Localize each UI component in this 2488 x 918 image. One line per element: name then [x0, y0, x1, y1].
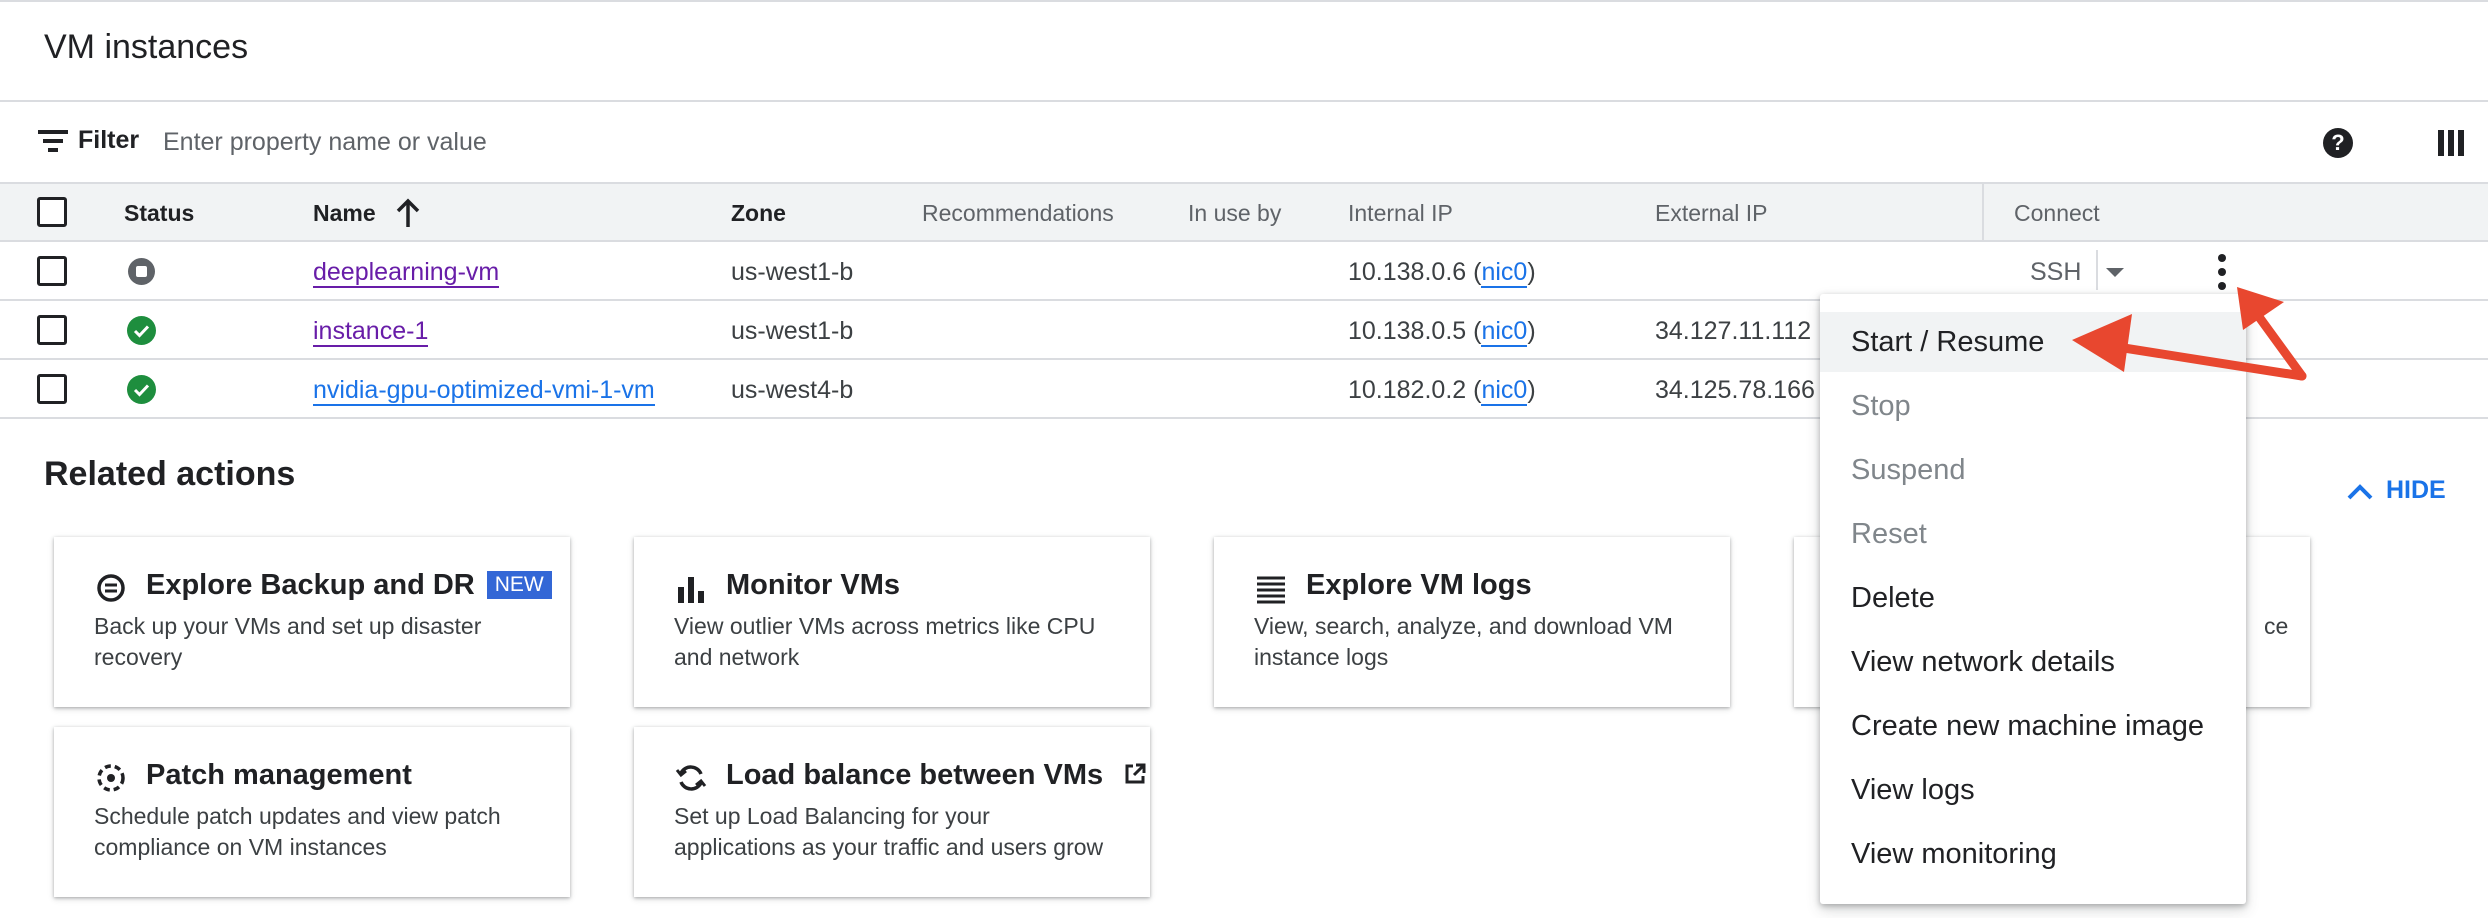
column-header-external-ip[interactable]: External IP: [1655, 200, 1768, 227]
vm-name-link[interactable]: nvidia-gpu-optimized-vmi-1-vm: [313, 376, 655, 406]
card-description: View outlier VMs across metrics like CPU…: [674, 613, 1096, 670]
vm-name-link[interactable]: instance-1: [313, 317, 429, 347]
menu-item-suspend: Suspend: [1851, 454, 1966, 486]
column-header-in-use-by[interactable]: In use by: [1188, 200, 1281, 227]
card-title: Load balance between VMs: [726, 759, 1147, 792]
zone-cell: us-west1-b: [731, 317, 854, 345]
vm-actions-menu: Start / Resume Stop Suspend Reset Delete…: [1820, 294, 2246, 904]
column-header-zone[interactable]: Zone: [731, 200, 786, 227]
card-title: Monitor VMs: [726, 569, 900, 601]
vm-instances-page: VM instances Filter ? Status Name Zone R…: [0, 0, 2488, 918]
menu-item-view-network-details[interactable]: View network details: [1820, 632, 2246, 692]
card-explore-vm-logs[interactable]: Explore VM logs View, search, analyze, a…: [1214, 537, 1730, 707]
column-header-recommendations[interactable]: Recommendations: [922, 200, 1114, 227]
logs-icon: [1257, 576, 1285, 604]
menu-item-reset: Reset: [1851, 518, 1927, 550]
hide-label[interactable]: HIDE: [2386, 476, 2446, 505]
column-display-icon[interactable]: [2438, 130, 2464, 156]
nic-link[interactable]: nic0: [1481, 258, 1528, 288]
card-monitor-vms[interactable]: Monitor VMs View outlier VMs across metr…: [634, 537, 1150, 707]
bar-chart-icon: [678, 577, 704, 603]
backup-icon: [97, 574, 125, 602]
menu-item-create-machine-image[interactable]: Create new machine image: [1820, 696, 2246, 756]
column-divider: [1982, 184, 1984, 244]
menu-item-delete[interactable]: Delete: [1820, 568, 2246, 628]
page-title: VM instances: [44, 28, 249, 66]
table-row: deeplearning-vm us-west1-b 10.138.0.6 (n…: [0, 242, 2488, 301]
card-description: ce: [2264, 613, 2289, 639]
internal-ip-cell: 10.182.0.2 (nic0): [1348, 376, 1536, 406]
menu-item-start-resume[interactable]: Start / Resume: [1820, 312, 2246, 372]
menu-item-view-monitoring[interactable]: View monitoring: [1820, 824, 2246, 884]
row-checkbox[interactable]: [37, 374, 67, 404]
internal-ip-cell: 10.138.0.5 (nic0): [1348, 317, 1536, 347]
column-header-status[interactable]: Status: [124, 200, 194, 227]
column-header-name[interactable]: Name: [313, 200, 376, 227]
help-icon[interactable]: ?: [2323, 128, 2353, 158]
card-title: Explore Backup and DR NEW: [146, 569, 552, 602]
filter-label[interactable]: Filter: [78, 126, 139, 155]
row-checkbox[interactable]: [37, 256, 67, 286]
internal-ip-cell: 10.138.0.6 (nic0): [1348, 258, 1536, 288]
card-title: Explore VM logs: [1306, 569, 1532, 601]
nic-link[interactable]: nic0: [1481, 376, 1528, 406]
card-load-balance[interactable]: Load balance between VMs Set up Load Bal…: [634, 727, 1150, 897]
menu-item-view-logs[interactable]: View logs: [1820, 760, 2246, 820]
external-ip-cell: 34.125.78.166: [1655, 376, 1815, 404]
card-description: Schedule patch updates and view patch co…: [94, 803, 501, 860]
card-explore-backup-dr[interactable]: Explore Backup and DR NEW Back up your VM…: [54, 537, 570, 707]
ssh-dropdown-icon[interactable]: [2106, 268, 2124, 277]
zone-cell: us-west1-b: [731, 258, 854, 286]
nic-link[interactable]: nic0: [1481, 317, 1528, 347]
vm-name-link[interactable]: deeplearning-vm: [313, 258, 500, 288]
patch-icon: [97, 764, 125, 792]
card-description: View, search, analyze, and download VM i…: [1254, 613, 1673, 670]
external-link-icon: [1125, 763, 1146, 784]
zone-cell: us-west4-b: [731, 376, 854, 404]
ssh-button[interactable]: SSH: [2030, 258, 2081, 287]
more-actions-icon[interactable]: [2210, 252, 2234, 292]
ssh-divider: [2096, 250, 2098, 290]
card-description: Set up Load Balancing for your applicati…: [674, 803, 1104, 860]
load-balance-icon: [675, 765, 707, 791]
status-stopped-icon: [128, 258, 155, 285]
table-header: Status Name Zone Recommendations In use …: [0, 182, 2488, 244]
select-all-checkbox[interactable]: [37, 197, 67, 227]
sort-ascending-icon[interactable]: [396, 198, 420, 228]
external-ip-cell: 34.127.11.112: [1655, 317, 1812, 345]
column-header-internal-ip[interactable]: Internal IP: [1348, 200, 1453, 227]
status-running-icon: [127, 375, 156, 404]
filter-icon[interactable]: [38, 130, 68, 152]
menu-item-stop: Stop: [1851, 390, 1911, 422]
new-badge: NEW: [486, 571, 552, 599]
card-patch-management[interactable]: Patch management Schedule patch updates …: [54, 727, 570, 897]
filter-bar: Filter ?: [0, 102, 2488, 182]
related-actions-title: Related actions: [44, 455, 296, 493]
status-running-icon: [127, 316, 156, 345]
filter-input[interactable]: [163, 120, 2063, 164]
card-description: Back up your VMs and set up disaster rec…: [94, 613, 482, 670]
top-divider: [0, 0, 2488, 2]
column-header-connect: Connect: [2014, 200, 2100, 226]
chevron-up-icon[interactable]: [2346, 482, 2374, 502]
row-checkbox[interactable]: [37, 315, 67, 345]
card-title: Patch management: [146, 759, 412, 791]
